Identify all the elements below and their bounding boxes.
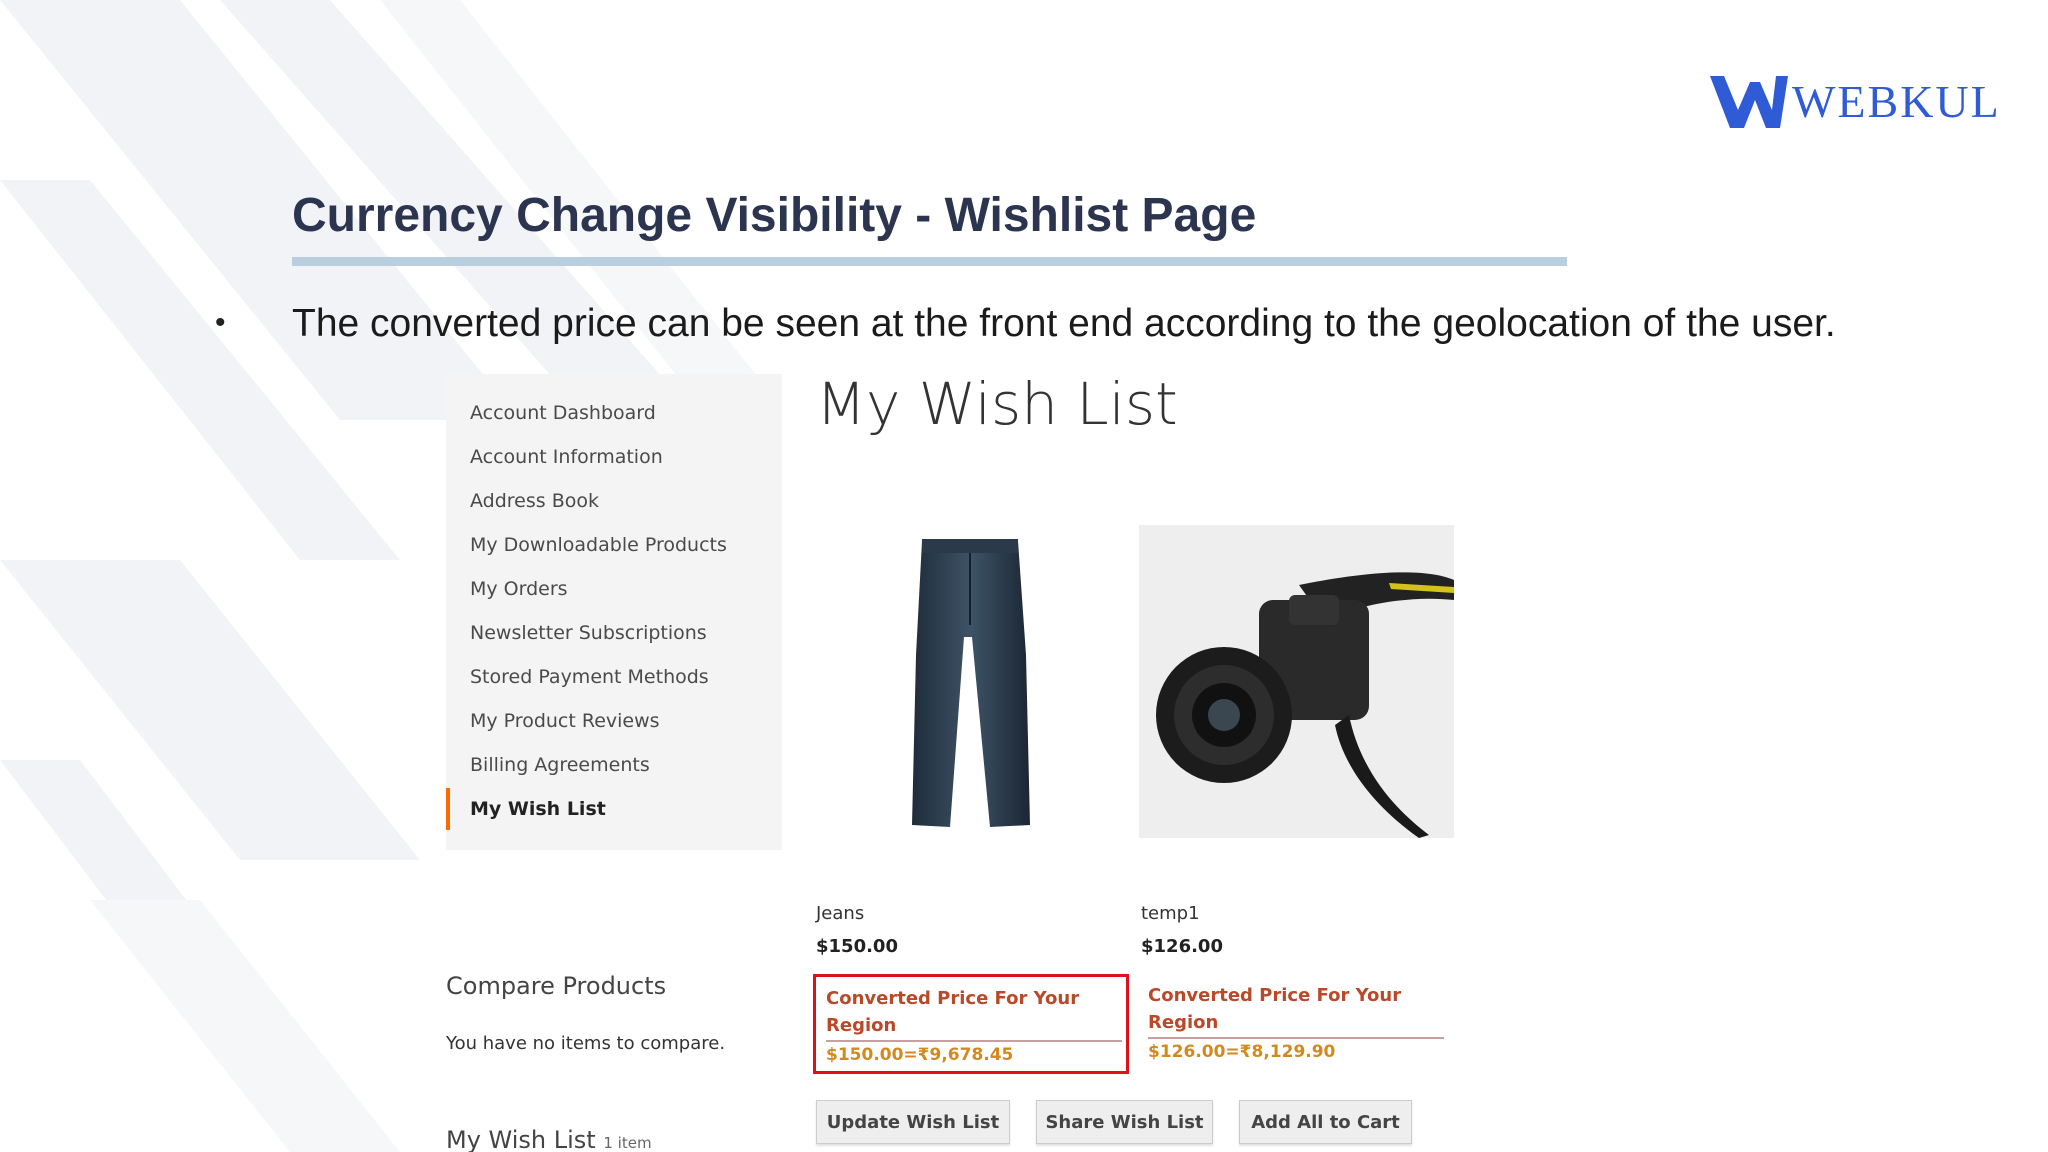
- sidebar-item-payment-methods[interactable]: Stored Payment Methods: [470, 666, 709, 688]
- camera-icon: [1156, 572, 1454, 838]
- sidebar-item-account-dashboard[interactable]: Account Dashboard: [470, 402, 656, 424]
- slide-title: Currency Change Visibility - Wishlist Pa…: [292, 189, 1257, 242]
- converted-price-value: $126.00=₹8,129.90: [1148, 1042, 1336, 1062]
- sidebar-item-account-information[interactable]: Account Information: [470, 446, 663, 468]
- sidebar-item-newsletter[interactable]: Newsletter Subscriptions: [470, 622, 707, 644]
- sidebar-item-my-orders[interactable]: My Orders: [470, 578, 568, 600]
- bullet-text: The converted price can be seen at the f…: [292, 302, 1836, 345]
- mini-wishlist-label: My Wish List: [446, 1126, 596, 1152]
- jeans-product-image[interactable]: [860, 525, 1080, 840]
- page-title: My Wish List: [816, 370, 1178, 438]
- active-item-marker: [446, 788, 450, 830]
- sidebar-item-product-reviews[interactable]: My Product Reviews: [470, 710, 660, 732]
- webkul-logo-icon: [1710, 76, 1788, 128]
- product-name[interactable]: Jeans: [816, 903, 864, 924]
- update-wish-list-button[interactable]: Update Wish List: [816, 1100, 1010, 1144]
- sidebar-item-downloadable-products[interactable]: My Downloadable Products: [470, 534, 727, 556]
- mini-wishlist-count: 1 item: [603, 1134, 652, 1152]
- divider: [826, 1040, 1122, 1042]
- converted-price-value: $150.00=₹9,678.45: [826, 1045, 1014, 1065]
- product-price: $126.00: [1141, 936, 1223, 957]
- converted-price-box: Converted Price For Your Region $126.00=…: [1138, 974, 1454, 1074]
- sidebar-item-billing-agreements[interactable]: Billing Agreements: [470, 754, 650, 776]
- mini-wishlist-title: My Wish List 1 item: [446, 1126, 652, 1152]
- share-wish-list-button[interactable]: Share Wish List: [1036, 1100, 1213, 1144]
- compare-empty-message: You have no items to compare.: [446, 1033, 726, 1054]
- converted-price-box-highlighted: Converted Price For Your Region $150.00=…: [813, 974, 1129, 1074]
- title-underline: [292, 257, 1567, 266]
- product-price: $150.00: [816, 936, 898, 957]
- product-name[interactable]: temp1: [1141, 903, 1200, 924]
- account-sidebar: Account Dashboard Account Information Ad…: [446, 374, 782, 850]
- logo-text: WEBKUL: [1792, 75, 2001, 127]
- compare-products-title: Compare Products: [446, 972, 667, 1000]
- sidebar-item-address-book[interactable]: Address Book: [470, 490, 599, 512]
- converted-price-label: Converted Price For Your Region: [826, 988, 1080, 1036]
- converted-price-label: Converted Price For Your Region: [1148, 985, 1402, 1033]
- camera-product-image[interactable]: [1139, 525, 1454, 838]
- divider: [1148, 1037, 1444, 1039]
- sidebar-item-my-wish-list[interactable]: My Wish List: [470, 798, 606, 820]
- webkul-logo: WEBKUL: [1710, 72, 2001, 130]
- add-all-to-cart-button[interactable]: Add All to Cart: [1239, 1100, 1412, 1144]
- bullet-dot: •: [215, 306, 226, 339]
